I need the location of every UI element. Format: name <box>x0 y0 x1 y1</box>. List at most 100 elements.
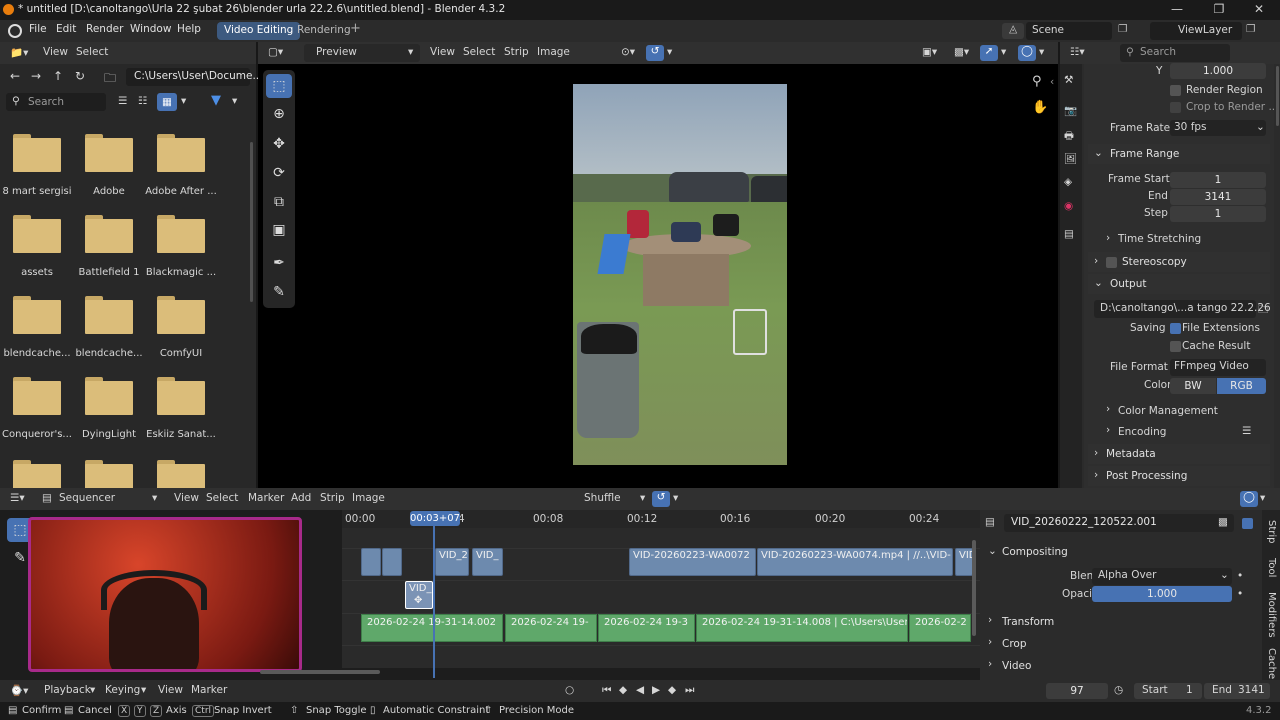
chevron-down-icon[interactable]: ▾ <box>152 492 157 504</box>
crop-render-checkbox[interactable] <box>1170 102 1181 113</box>
new-scene-icon[interactable]: ❐ <box>1118 23 1127 35</box>
menu-file[interactable]: File <box>29 23 47 35</box>
encoding-label[interactable]: Encoding <box>1118 426 1166 438</box>
seq-menu-select[interactable]: Select <box>206 492 238 504</box>
output-panel-header[interactable]: ⌄ Output <box>1088 274 1270 294</box>
color-bw-button[interactable]: BW <box>1170 378 1216 394</box>
folder-item[interactable]: blendcache... <box>1 296 73 359</box>
menu-render[interactable]: Render <box>86 23 123 35</box>
transform-icon[interactable]: ▣ <box>266 218 292 242</box>
video-strip[interactable]: VID_ <box>472 548 503 576</box>
chevron-down-icon[interactable]: ▾ <box>141 684 146 696</box>
frame-step-field[interactable]: 1 <box>1170 206 1266 222</box>
sequencer-view-type[interactable]: Sequencer <box>59 492 115 504</box>
back-icon[interactable]: ← <box>10 69 20 83</box>
parent-dir-icon[interactable]: ↑ <box>53 69 63 83</box>
keyframe-dot-icon[interactable]: • <box>1237 588 1243 600</box>
folder-item[interactable]: ComfyUI <box>145 296 217 359</box>
scene-selector[interactable]: Scene <box>1026 22 1112 40</box>
cursor-icon[interactable]: ⊕ <box>266 102 292 126</box>
menu-edit[interactable]: Edit <box>56 23 76 35</box>
crop-title[interactable]: Crop <box>1002 638 1027 650</box>
seq-menu-add[interactable]: Add <box>291 492 311 504</box>
scene-props-icon[interactable]: ◈ <box>1064 176 1072 188</box>
chevron-down-icon[interactable]: ▾ <box>640 492 645 504</box>
thumbnails-icon[interactable]: ▦ <box>157 93 177 111</box>
gizmo-dropdown-icon[interactable]: ▾ <box>1001 46 1006 58</box>
sound-strip[interactable]: 2026-02-24 19- <box>505 614 597 642</box>
sound-strip[interactable]: 2026-02-24 19-3 <box>598 614 695 642</box>
editor-type-icon[interactable]: 📁▾ <box>10 46 28 59</box>
folder-item[interactable]: assets <box>1 215 73 278</box>
chevron-down-icon[interactable]: ▾ <box>90 684 95 696</box>
fb-search-input[interactable]: ⚲ Search <box>6 93 106 111</box>
stereoscopy-checkbox[interactable] <box>1106 257 1117 268</box>
next-keyframe-icon[interactable]: ◆ <box>668 684 676 696</box>
sidebar-toggle-icon[interactable]: ‹ <box>1050 76 1054 88</box>
start-frame-field[interactable]: Start 1 <box>1134 683 1202 699</box>
video-strip[interactable]: VID <box>955 548 973 576</box>
show-gizmo-icon[interactable]: ➚ <box>980 45 998 61</box>
seq-menu-marker[interactable]: Marker <box>248 492 284 504</box>
selected-video-strip[interactable]: VID_ ✥ <box>405 581 433 609</box>
record-icon[interactable]: ○ <box>565 684 574 696</box>
y-field[interactable]: 1.000 <box>1170 63 1266 79</box>
pivot-icon[interactable]: ⊙▾ <box>621 46 635 58</box>
world-icon[interactable]: ◉ <box>1064 200 1073 212</box>
timeline-menu-playback[interactable]: Playback <box>44 684 91 696</box>
chevron-right-icon[interactable]: › <box>1106 232 1110 244</box>
transform-title[interactable]: Transform <box>1002 616 1054 628</box>
properties-scrollbar[interactable] <box>1276 66 1279 126</box>
video-strip[interactable]: VID-20260223-WA0072 <box>629 548 756 576</box>
menu-help[interactable]: Help <box>177 23 201 35</box>
path-field[interactable]: C:\Users\User\Docume... <box>126 68 262 86</box>
video-strip[interactable]: VID_2 <box>435 548 469 576</box>
time-ruler[interactable]: 00:00 00:08 00:12 00:16 00:20 00:24 4 00… <box>342 510 980 528</box>
compositing-title[interactable]: Compositing <box>1002 546 1068 558</box>
fb-menu-view[interactable]: View <box>43 46 68 58</box>
file-format-dropdown[interactable]: FFmpeg Video <box>1170 359 1266 376</box>
tool-icon[interactable]: ⚒ <box>1064 74 1073 86</box>
filter-icon[interactable]: ▼ <box>206 93 226 111</box>
add-workspace-icon[interactable]: + <box>350 21 361 36</box>
editor-type-icon[interactable]: ☷▾ <box>1070 46 1085 58</box>
snap-icon[interactable]: ↺ <box>646 45 664 61</box>
current-frame-field[interactable]: 97 <box>1046 683 1108 699</box>
pan-hand-icon[interactable]: ✋ <box>1032 100 1048 115</box>
display-channels-icon[interactable]: ▣▾ <box>922 46 937 58</box>
frame-start-field[interactable]: 1 <box>1170 172 1266 188</box>
opacity-slider[interactable]: 1.000 <box>1092 586 1232 602</box>
playhead-line[interactable] <box>433 526 435 678</box>
folder-icon[interactable] <box>85 460 133 488</box>
snap-icon[interactable]: ↺ <box>652 491 670 507</box>
video-title[interactable]: Video <box>1002 660 1031 672</box>
snap-dropdown-icon[interactable]: ▾ <box>667 46 672 58</box>
collection-icon[interactable]: ▤ <box>1064 228 1074 240</box>
tab-video-editing[interactable]: Video Editing <box>217 22 301 40</box>
minimize-icon[interactable]: — <box>1166 2 1188 18</box>
time-stretching-label[interactable]: Time Stretching <box>1118 233 1201 245</box>
video-strip[interactable]: VID-20260223-WA0074.mp4 | //..\VID- <box>757 548 953 576</box>
view-layer-icon[interactable]: 🖼 <box>1064 152 1077 165</box>
sound-strip[interactable]: 2026-02-24 19-31-14.002 <box>361 614 503 642</box>
stereoscopy-panel-header[interactable]: › Stereoscopy <box>1088 252 1270 272</box>
color-rgb-button[interactable]: RGB <box>1217 378 1266 394</box>
folder-item[interactable]: Conqueror's... <box>1 377 73 440</box>
seq-menu-image[interactable]: Image <box>352 492 385 504</box>
metadata-panel-header[interactable]: › Metadata <box>1088 444 1270 464</box>
scale-icon[interactable]: ⧉ <box>266 190 292 214</box>
video-strip[interactable] <box>382 548 402 576</box>
display-dropdown-icon[interactable]: ▾ <box>181 95 186 107</box>
fb-scrollbar[interactable] <box>250 142 253 302</box>
move-icon[interactable]: ✥ <box>266 132 292 156</box>
folder-browse-icon[interactable]: 🗀 <box>1258 302 1269 320</box>
editor-type-icon[interactable]: ☰▾ <box>10 492 25 504</box>
annotate-icon[interactable]: ✎ <box>266 280 292 304</box>
video-strip[interactable] <box>361 548 381 576</box>
blend-dropdown[interactable]: Alpha Over ⌄ <box>1092 568 1232 585</box>
strip-name-field[interactable]: VID_20260222_120522.001 <box>1004 514 1234 532</box>
overlay-dropdown-icon[interactable]: ▾ <box>1039 46 1044 58</box>
sequencer-vscrollbar[interactable] <box>972 540 976 636</box>
sound-strip[interactable]: 2026-02-2 <box>909 614 971 642</box>
preview-menu-select[interactable]: Select <box>463 46 495 58</box>
